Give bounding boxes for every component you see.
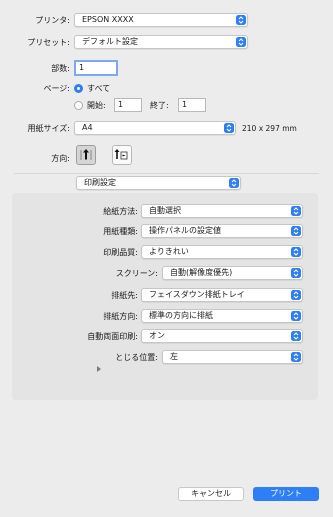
output-tray-select[interactable]: フェイスダウン排紙トレイ — [141, 288, 303, 302]
paper-source-value: 自動選択 — [149, 206, 181, 215]
paper-size-dimensions: 210 x 297 mm — [242, 124, 297, 133]
chevron-updown-icon — [224, 123, 234, 133]
chevron-updown-icon — [291, 290, 301, 300]
output-direction-value: 標準の方向に排紙 — [149, 311, 213, 320]
chevron-updown-icon — [291, 268, 301, 278]
chevron-updown-icon — [229, 178, 239, 188]
paper-type-select[interactable]: 操作パネルの設定値 — [141, 224, 303, 238]
setting-label-output-direction: 排紙方向: — [103, 312, 138, 321]
setting-label-paper-type: 用紙種類: — [103, 227, 138, 236]
pages-to-input[interactable]: 1 — [178, 98, 206, 112]
landscape-orientation-icon[interactable] — [112, 145, 132, 165]
setting-label-print-quality: 印刷品質: — [103, 248, 138, 257]
paper-size-select[interactable]: A4 — [74, 121, 236, 135]
duplex-select[interactable]: オン — [141, 329, 303, 343]
chevron-updown-icon — [291, 226, 301, 236]
section-divider — [14, 173, 319, 174]
chevron-updown-icon — [291, 247, 301, 257]
screen-value: 自動(解像度優先) — [170, 268, 233, 277]
output-direction-select[interactable]: 標準の方向に排紙 — [141, 309, 303, 323]
printer-label: プリンタ: — [35, 16, 70, 25]
pages-to-label: 終了: — [150, 101, 169, 110]
chevron-updown-icon — [236, 15, 246, 25]
screen-select[interactable]: 自動(解像度優先) — [162, 266, 303, 280]
cancel-button[interactable]: キャンセル — [178, 487, 244, 501]
output-tray-value: フェイスダウン排紙トレイ — [149, 290, 245, 299]
chevron-updown-icon — [291, 331, 301, 341]
printer-select-value: EPSON XXXX — [82, 15, 134, 24]
chevron-updown-icon — [291, 352, 301, 362]
preset-label: プリセット: — [27, 38, 70, 47]
orientation-label: 方向: — [51, 154, 70, 163]
pages-from-label: 開始: — [87, 101, 106, 110]
setting-label-binding-edge: とじる位置: — [115, 353, 158, 362]
binding-edge-select[interactable]: 左 — [162, 350, 303, 364]
pages-label: ページ: — [43, 84, 70, 93]
copies-input[interactable]: 1 — [74, 60, 118, 76]
section-select[interactable]: 印刷設定 — [76, 176, 241, 190]
pages-all-label: すべて — [87, 84, 111, 93]
binding-edge-value: 左 — [170, 352, 178, 361]
print-button[interactable]: プリント — [253, 487, 319, 501]
pages-all-radio[interactable] — [74, 84, 83, 93]
preset-select[interactable]: デフォルト設定 — [74, 35, 248, 49]
print-quality-value: よりきれい — [149, 247, 189, 256]
duplex-value: オン — [149, 331, 165, 340]
portrait-orientation-icon[interactable] — [76, 145, 96, 165]
chevron-updown-icon — [236, 37, 246, 47]
copies-label: 部数: — [51, 64, 70, 73]
section-select-value: 印刷設定 — [84, 178, 116, 187]
print-dialog: プリンタ: EPSON XXXX プリセット: デフォルト設定 部数: 1 ペー… — [0, 0, 333, 517]
paper-size-select-value: A4 — [82, 123, 93, 132]
disclosure-triangle-icon[interactable] — [95, 365, 103, 373]
pages-range-radio[interactable] — [74, 101, 83, 110]
paper-source-select[interactable]: 自動選択 — [141, 204, 303, 218]
chevron-updown-icon — [291, 206, 301, 216]
chevron-updown-icon — [291, 311, 301, 321]
printer-select[interactable]: EPSON XXXX — [74, 13, 248, 27]
setting-label-paper-source: 給紙方法: — [103, 207, 138, 216]
paper-size-label: 用紙サイズ: — [27, 124, 70, 133]
paper-type-value: 操作パネルの設定値 — [149, 226, 221, 235]
print-quality-select[interactable]: よりきれい — [141, 245, 303, 259]
pages-from-input[interactable]: 1 — [114, 98, 142, 112]
setting-label-screen: スクリーン: — [115, 269, 158, 278]
setting-label-duplex: 自動両面印刷: — [87, 332, 138, 341]
preset-select-value: デフォルト設定 — [82, 37, 138, 46]
setting-label-output-tray: 排紙先: — [111, 291, 138, 300]
